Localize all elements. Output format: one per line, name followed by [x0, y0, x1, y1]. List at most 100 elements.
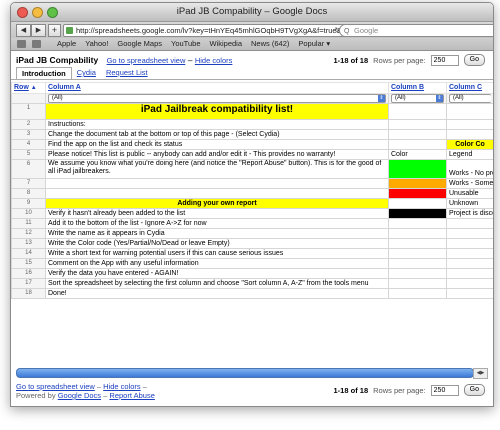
table-cell: [446, 218, 493, 229]
search-icon: Q: [344, 28, 350, 35]
column-header-row-number[interactable]: Row ▲: [11, 82, 46, 94]
google-docs-link[interactable]: Google Docs: [58, 391, 101, 400]
table-row: 2 Instructions:: [11, 119, 493, 130]
horizontal-scrollbar[interactable]: [16, 368, 474, 378]
chevron-down-icon: ▾: [326, 39, 331, 48]
table-cell: Unknown: [446, 198, 493, 209]
filter-select-a[interactable]: (All) ⇕: [48, 94, 386, 103]
table-row: 9 Adding your own report Unknown: [11, 198, 493, 209]
table-cell: Color: [388, 149, 447, 160]
table-row: 6 We assume you know what you're doing h…: [11, 159, 493, 179]
column-b-label[interactable]: Column B: [391, 84, 424, 91]
filter-select-b[interactable]: (All) ⇕: [391, 94, 444, 103]
table-cell: Find the app on the list and check its s…: [45, 139, 389, 150]
row-number: 10: [11, 208, 46, 219]
go-button[interactable]: Go: [463, 54, 485, 66]
address-bar[interactable]: http://spreadsheets.google.com/lv?key=tH…: [63, 24, 345, 37]
table-cell: [446, 278, 493, 289]
table-cell: Sort the spreadsheet by selecting the fi…: [45, 278, 389, 289]
forward-button[interactable]: ▶: [31, 24, 46, 37]
table-cell: [388, 218, 447, 229]
table-cell: Project is disco: [446, 208, 493, 219]
bookmark-item[interactable]: Apple: [57, 39, 76, 48]
bookmark-item[interactable]: Wikipedia: [210, 39, 243, 48]
filter-cell-c: (All): [446, 93, 493, 104]
table-row: 3 Change the document tab at the bottom …: [11, 129, 493, 140]
filter-select-c[interactable]: (All): [449, 94, 491, 103]
search-field[interactable]: Q Google: [339, 24, 493, 37]
table-cell: Write a short text for warning potential…: [45, 248, 389, 259]
window-title: iPad JB Compability – Google Docs: [176, 6, 328, 17]
table-cell: [388, 278, 447, 289]
table-row: 13 Write the Color code (Yes/Partial/No/…: [11, 238, 493, 249]
filter-cell-row: [11, 93, 46, 104]
row-number: 9: [11, 198, 46, 209]
row-header-label[interactable]: Row: [14, 84, 29, 91]
filter-row: (All) ⇕ (All) ⇕ (All): [11, 93, 493, 104]
rows-per-page-input[interactable]: 250: [430, 384, 459, 396]
table-cell: [446, 238, 493, 249]
table-row: 12 Write the name as it appears in Cydia: [11, 228, 493, 239]
column-c-label[interactable]: Column C: [449, 84, 482, 91]
back-button[interactable]: ◀: [16, 24, 31, 37]
rows-per-page-input[interactable]: 250: [430, 54, 459, 66]
bookmark-item[interactable]: YouTube: [171, 39, 200, 48]
report-abuse-link[interactable]: Report Abuse: [109, 391, 154, 400]
bookmark-item[interactable]: Popular ▾: [298, 39, 330, 48]
spreadsheet-view-link[interactable]: Go to spreadsheet view: [107, 56, 186, 65]
table-cell: [388, 238, 447, 249]
row-number: 12: [11, 228, 46, 239]
sheet-title-cell: iPad Jailbreak compatibility list!: [45, 103, 389, 120]
add-bookmark-button[interactable]: +: [48, 24, 61, 37]
rows-per-page-label: Rows per page:: [373, 55, 426, 65]
table-cell: [446, 248, 493, 259]
filter-cell-b: (All) ⇕: [388, 93, 447, 104]
doc-title: iPad JB Compability: [16, 55, 99, 65]
scroll-arrows-icon[interactable]: ◀▶: [473, 368, 488, 379]
bookmark-item[interactable]: Google Maps: [117, 39, 162, 48]
url-text: http://spreadsheets.google.com/lv?key=tH…: [76, 26, 345, 35]
pager-top: 1-18 of 18 Rows per page: 250 Go: [334, 54, 485, 66]
table-cell: [446, 288, 493, 299]
table-cell: Change the document tab at the bottom or…: [45, 129, 389, 140]
doc-header: iPad JB Compability Go to spreadsheet vi…: [16, 55, 232, 65]
footer-links-line: Go to spreadsheet view – Hide colors –: [16, 382, 155, 391]
row-number: 1: [11, 103, 46, 120]
bookmark-popular-label: Popular: [298, 39, 325, 48]
footer-hide-colors-link[interactable]: Hide colors: [103, 382, 141, 391]
reading-list-icon[interactable]: [17, 40, 26, 48]
section-heading-cell: Adding your own report: [45, 198, 389, 209]
table-cell: Instructions:: [45, 119, 389, 130]
powered-by-label: Powered by: [16, 391, 56, 400]
footer-powered-line: Powered by Google Docs – Report Abuse: [16, 391, 155, 400]
column-header-c[interactable]: Column C: [446, 82, 493, 94]
table-row: 5 Please notice! This list is public -- …: [11, 149, 493, 160]
table-cell: Works - Some p: [446, 178, 493, 189]
top-sites-icon[interactable]: [32, 40, 41, 48]
row-number: 16: [11, 268, 46, 279]
row-number: 15: [11, 258, 46, 269]
go-button[interactable]: Go: [463, 384, 485, 396]
bookmark-item[interactable]: Yahoo!: [85, 39, 108, 48]
table-cell: [446, 258, 493, 269]
bookmark-item[interactable]: News (642): [251, 39, 289, 48]
table-cell: Verify the data you have entered - AGAIN…: [45, 268, 389, 279]
column-a-label[interactable]: Column A: [48, 84, 81, 91]
column-header-b[interactable]: Column B: [388, 82, 447, 94]
bookmark-icons: [17, 40, 41, 48]
color-swatch-partial: [388, 178, 447, 189]
filter-value: (All): [395, 95, 406, 101]
row-number: 14: [11, 248, 46, 259]
hide-colors-link[interactable]: Hide colors: [195, 56, 233, 65]
table-cell: [388, 268, 447, 279]
nav-buttons: ◀ ▶: [16, 24, 46, 37]
table-cell: [45, 178, 389, 189]
table-cell: Verify it hasn't already been added to t…: [45, 208, 389, 219]
table-cell: Done!: [45, 288, 389, 299]
filter-value: (All): [52, 95, 63, 101]
footer-spreadsheet-view-link[interactable]: Go to spreadsheet view: [16, 382, 95, 391]
footer-separator: –: [96, 382, 102, 391]
table-row: 15 Comment on the App with any useful in…: [11, 258, 493, 269]
column-header-a[interactable]: Column A: [45, 82, 389, 94]
table-cell: [446, 103, 493, 120]
